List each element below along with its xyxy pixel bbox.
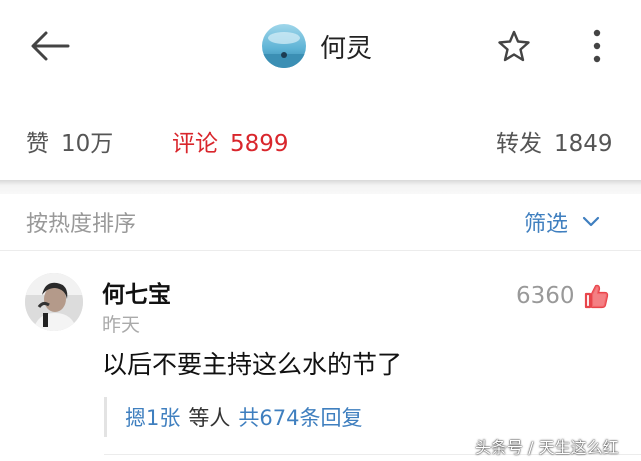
header-avatar[interactable] [262,24,306,68]
filter-label: 筛选 [524,212,569,237]
top-header: 何灵 [0,0,641,92]
reply-connector: 等人 [188,406,231,430]
section-divider [0,180,641,194]
more-vertical-icon [593,29,601,63]
reply-summary[interactable]: 摁1张 等人 共674条回复 [104,397,604,437]
thumbs-up-icon [584,284,608,309]
comment-time: 昨天 [102,314,141,336]
reply-user[interactable]: 摁1张 [125,402,180,432]
star-icon [498,30,530,62]
likes-count: 10万 [61,131,114,157]
comments-label: 评论 [172,131,218,157]
reply-total-link[interactable]: 共674条回复 [238,402,362,432]
reposts-label: 转发 [496,131,542,157]
reposts-count: 1849 [554,131,613,157]
sort-order-label[interactable]: 按热度排序 [26,206,136,238]
avatar[interactable] [25,273,83,331]
comment-item: 何七宝 昨天 6360 以后不要主持这么水的节了 摁1张 等人 共674条回复 [0,251,641,461]
chevron-down-icon [582,216,600,228]
filter-button[interactable]: 筛选 [524,204,600,240]
comment-like-count: 6360 [516,283,575,309]
comment-like-button[interactable]: 6360 [516,283,609,309]
weibo-comments-page: 何灵 赞 10万 评论 5899 转发 1849 按热度排序 筛选 何七宝 昨天… [0,0,641,461]
sort-bar: 按热度排序 筛选 [0,194,641,250]
watermark: 头条号 / 天生这么红 [475,438,619,457]
page-title: 何灵 [320,33,373,64]
back-button[interactable] [26,24,74,68]
tab-likes[interactable]: 赞 10万 [26,124,113,158]
header-title-group: 何灵 [262,22,372,70]
stats-bar: 赞 10万 评论 5899 转发 1849 [0,96,641,180]
comment-author[interactable]: 何七宝 [102,275,171,309]
favorite-button[interactable] [492,24,536,68]
arrow-left-icon [31,31,70,61]
comment-text: 以后不要主持这么水的节了 [102,350,403,379]
comments-count: 5899 [230,131,289,157]
tab-reposts[interactable]: 转发 1849 [496,124,613,158]
more-menu-button[interactable] [580,24,614,68]
tab-comments[interactable]: 评论 5899 [172,124,289,158]
likes-label: 赞 [26,131,49,157]
